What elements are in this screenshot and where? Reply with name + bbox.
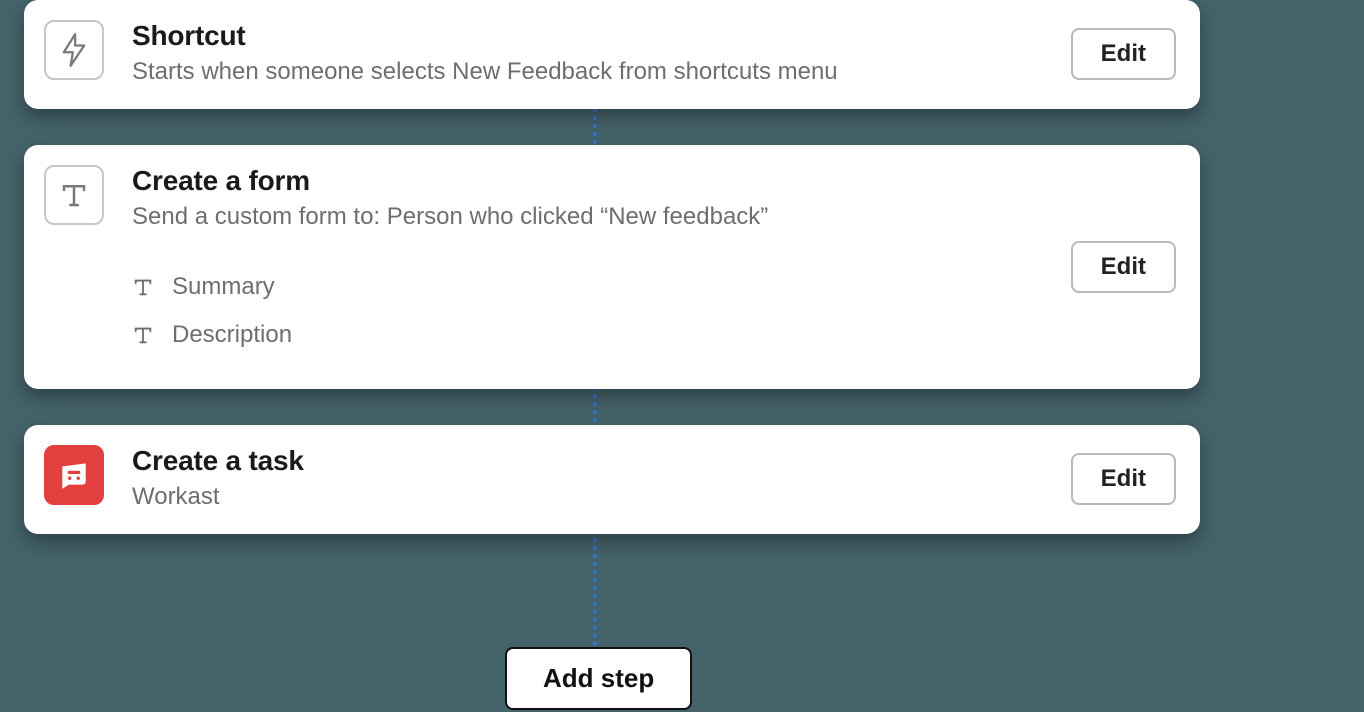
- step-subtitle: Workast: [132, 481, 1051, 513]
- step-subtitle: Starts when someone selects New Feedback…: [132, 56, 1051, 88]
- form-field-summary: Summary: [132, 263, 1051, 311]
- edit-button[interactable]: Edit: [1071, 241, 1176, 293]
- field-label: Summary: [172, 273, 275, 301]
- step-title: Create a task: [132, 445, 1051, 477]
- step-card-task: Create a task Workast Edit: [24, 425, 1200, 534]
- step-subtitle: Send a custom form to: Person who clicke…: [132, 201, 1051, 233]
- form-fields: Summary Description: [132, 263, 1051, 359]
- workast-icon: [44, 445, 104, 505]
- workflow-steps: Shortcut Starts when someone selects New…: [24, 0, 1200, 534]
- workflow-canvas: Shortcut Starts when someone selects New…: [0, 0, 1364, 712]
- add-step-button[interactable]: Add step: [505, 647, 692, 710]
- text-icon: [44, 165, 104, 225]
- step-title: Create a form: [132, 165, 1051, 197]
- form-field-description: Description: [132, 311, 1051, 359]
- step-title: Shortcut: [132, 20, 1051, 52]
- field-label: Description: [172, 321, 292, 349]
- step-card-shortcut: Shortcut Starts when someone selects New…: [24, 0, 1200, 109]
- edit-button[interactable]: Edit: [1071, 28, 1176, 80]
- step-body: Create a task Workast: [132, 445, 1051, 514]
- step-body: Shortcut Starts when someone selects New…: [132, 20, 1051, 89]
- edit-button[interactable]: Edit: [1071, 453, 1176, 505]
- step-body: Create a form Send a custom form to: Per…: [132, 165, 1051, 370]
- step-card-form: Create a form Send a custom form to: Per…: [24, 145, 1200, 390]
- lightning-icon: [44, 20, 104, 80]
- text-icon: [132, 276, 154, 298]
- text-icon: [132, 324, 154, 346]
